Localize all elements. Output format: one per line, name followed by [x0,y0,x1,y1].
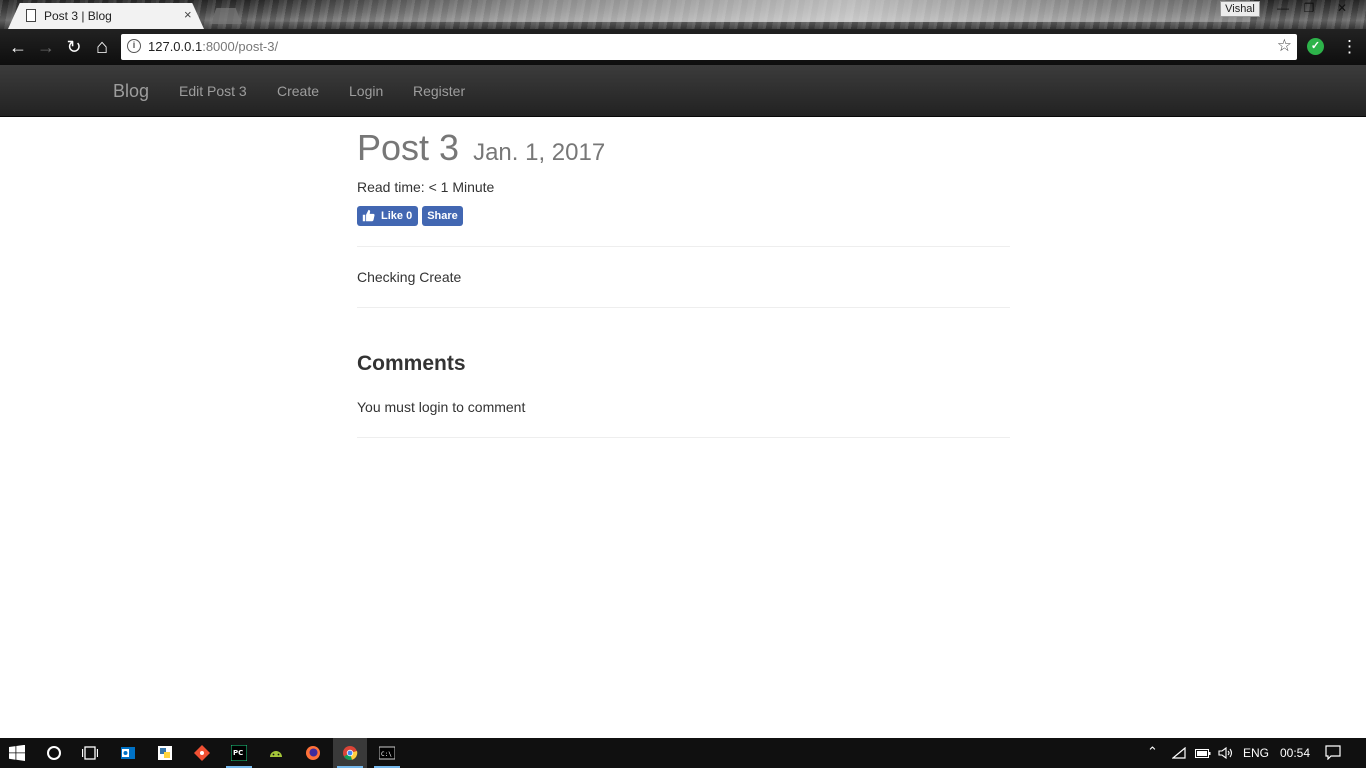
reload-icon[interactable]: ↻ [63,36,85,58]
minimize-button[interactable]: — [1270,0,1296,18]
browser-titlebar: Post 3 | Blog × Vishal — ❐ ✕ [0,0,1366,29]
network-icon[interactable] [1172,747,1186,759]
divider [357,246,1010,247]
taskbar-app-outlook[interactable] [111,738,145,768]
divider [357,437,1010,438]
close-window-button[interactable]: ✕ [1322,0,1362,18]
maximize-button[interactable]: ❐ [1296,0,1322,18]
firefox-icon [306,746,320,760]
pycharm-icon: PC [231,745,247,761]
page-icon [26,9,36,22]
volume-icon[interactable] [1218,747,1234,759]
post-title-text: Post 3 [357,127,460,168]
tray-overflow-chevron-icon[interactable]: ⌃ [1147,744,1158,760]
nav-link-login[interactable]: Login [349,83,383,99]
like-label: Like 0 [381,210,413,222]
browser-menu-icon[interactable]: ⋮ [1341,36,1358,58]
python-icon [158,746,172,760]
site-info-icon[interactable]: i [127,39,141,53]
bookmark-star-icon[interactable]: ☆ [1277,36,1292,56]
task-view-icon [82,746,98,760]
clock[interactable]: 00:54 [1280,746,1310,760]
tab-title: Post 3 | Blog [44,9,112,23]
home-icon[interactable]: ⌂ [91,36,113,58]
taskbar-app-git[interactable] [185,738,219,768]
read-time: Read time: < 1 Minute [357,179,495,195]
extension-check-icon[interactable]: ✓ [1307,38,1324,55]
taskbar-app-chrome[interactable] [333,738,367,768]
cortana-button[interactable] [37,738,71,768]
action-center-icon[interactable] [1325,745,1341,760]
comments-heading: Comments [357,352,466,375]
svg-text:PC: PC [233,749,243,757]
back-icon[interactable]: ← [7,36,29,58]
taskbar-app-python[interactable] [148,738,182,768]
task-view-button[interactable] [73,738,107,768]
url-host: 127.0.0.1 [148,39,203,54]
start-button[interactable] [0,738,34,768]
site-navbar: Blog Edit Post 3 Create Login Register [0,65,1366,117]
nav-link-register[interactable]: Register [413,83,465,99]
nav-link-edit-post[interactable]: Edit Post 3 [179,83,247,99]
divider [357,307,1010,308]
post-date: Jan. 1, 2017 [473,139,606,166]
browser-toolbar: ← → ↻ ⌂ i 127.0.0.1:8000/post-3/ ☆ ✓ ⋮ [0,29,1366,65]
terminal-icon: C:\ [379,746,395,760]
svg-text:C:\: C:\ [381,751,392,758]
thumbs-up-icon [362,209,375,222]
battery-icon[interactable] [1195,749,1211,758]
profile-badge[interactable]: Vishal [1220,1,1260,17]
git-icon [194,745,210,761]
url-path: :8000/post-3/ [202,39,279,54]
login-to-comment-note: You must login to comment [357,399,526,415]
taskbar-app-pycharm[interactable]: PC [222,738,256,768]
url-text: 127.0.0.1:8000/post-3/ [148,39,278,54]
windows-taskbar: PC C:\ ⌃ ENG 00:54 [0,738,1366,768]
address-bar[interactable]: i 127.0.0.1:8000/post-3/ ☆ [121,34,1297,60]
language-indicator[interactable]: ENG [1243,746,1269,760]
nav-link-create[interactable]: Create [277,83,319,99]
tab-close-icon[interactable]: × [184,7,192,22]
chrome-icon [343,746,358,760]
taskbar-app-cmd[interactable]: C:\ [370,738,404,768]
forward-icon[interactable]: → [35,36,57,58]
taskbar-app-android-studio[interactable] [259,738,293,768]
post-body: Checking Create [357,269,462,285]
post-title: Post 3 Jan. 1, 2017 [357,127,605,169]
windows-logo-icon [9,745,25,761]
outlook-icon [121,747,135,759]
titlebar-background-highlight [250,0,1250,22]
cortana-icon [47,746,61,760]
facebook-like-button[interactable]: Like 0 [357,206,418,226]
android-icon [270,751,282,757]
browser-tab[interactable]: Post 3 | Blog × [8,3,204,29]
facebook-share-button[interactable]: Share [422,206,463,226]
taskbar-app-firefox[interactable] [296,738,330,768]
navbar-brand[interactable]: Blog [113,81,149,102]
